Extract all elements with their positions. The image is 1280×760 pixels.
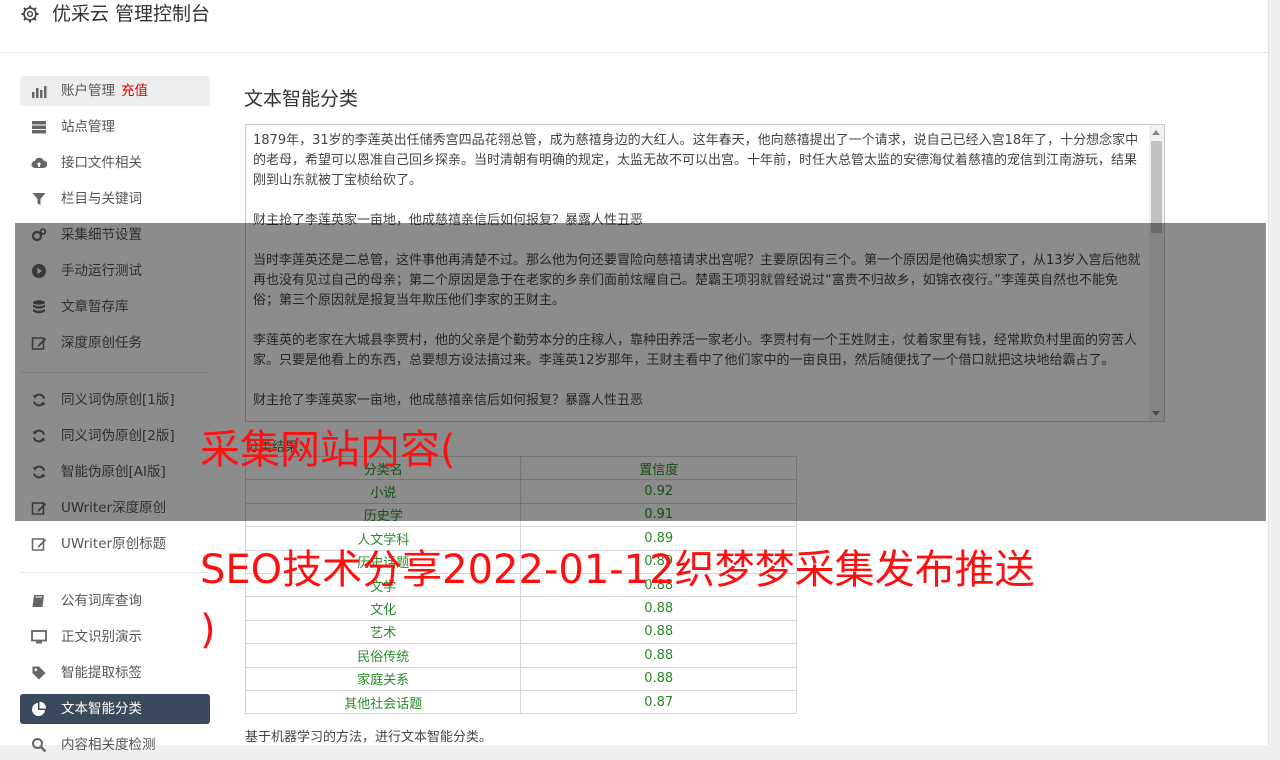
search-icon [32,738,47,753]
page-title: 文本智能分类 [244,88,359,110]
sidebar-item-label: 站点管理 [61,119,115,135]
sidebar-item-text-recognition[interactable]: 正文识别演示 [20,622,210,652]
confidence-cell: 0.87 [520,689,797,715]
sidebar-item-label: 正文识别演示 [61,629,142,645]
edit-icon [31,538,47,551]
category-cell: 民俗传统 [244,643,522,668]
cloud-upload-icon [31,157,47,168]
category-cell: 家庭关系 [244,666,522,691]
scroll-up-icon[interactable] [1152,130,1160,135]
overlay-headline-line: 采集网站内容( [200,427,456,473]
table-row: 文化 0.88 [244,596,797,621]
filter-icon [32,193,46,205]
footnote-text: 基于机器学习的方法，进行文本智能分类。 [245,730,493,745]
table-row: 其他社会话题 0.87 [244,689,797,715]
scrollbar-thumb[interactable] [1151,141,1162,233]
overlay-headline-line: ) [200,607,216,653]
sidebar-item-label: 内容相关度检测 [61,737,156,753]
sidebar-item-uwriter-title[interactable]: UWriter原创标题 [20,529,210,559]
bar-chart-icon [32,86,47,98]
confidence-cell: 0.88 [520,643,797,668]
sidebar-item-text-classification[interactable]: 文本智能分类 [20,694,210,724]
text-paragraph: 1879年，31岁的李莲英出任储秀宫四品花翎总管，成为慈禧身边的大红人。这年春天… [253,133,1139,188]
table-row: 艺术 0.88 [244,619,797,645]
category-cell: 文化 [244,596,522,621]
book-icon [32,595,44,607]
sidebar-item-interface-files[interactable]: 接口文件相关 [20,148,210,178]
confidence-cell: 0.88 [520,666,797,691]
sidebar-item-label: 公有词库查询 [61,593,142,609]
sidebar-item-label: 接口文件相关 [61,155,142,171]
sidebar-item-label: 账户管理 [61,83,115,99]
sidebar-item-smart-tags[interactable]: 智能提取标签 [20,658,210,688]
desktop-icon [31,630,47,644]
confidence-cell: 0.88 [520,596,797,621]
sidebar-item-label: 智能提取标签 [61,665,142,681]
sidebar-item-relevance-check[interactable]: 内容相关度检测 [20,730,210,760]
pie-chart-icon [32,701,47,716]
category-cell: 其他社会话题 [244,689,522,715]
recharge-link[interactable]: 充值 [121,83,148,99]
app-title: 优采云 管理控制台 [52,3,211,25]
sidebar-item-label: 文本智能分类 [61,701,142,717]
sidebar-item-public-thesaurus[interactable]: 公有词库查询 [20,586,210,616]
tag-icon [32,666,46,680]
category-cell: 艺术 [244,619,522,645]
sidebar-item-label: 栏目与关键词 [61,191,142,207]
table-row: 民俗传统 0.88 [244,643,797,668]
top-bar: 优采云 管理控制台 [0,0,1268,53]
confidence-cell: 0.88 [520,619,797,645]
sidebar-item-account[interactable]: 账户管理 充值 [20,76,210,106]
sidebar-item-columns-keywords[interactable]: 栏目与关键词 [20,184,210,214]
server-icon [32,121,46,134]
table-row: 家庭关系 0.88 [244,666,797,691]
gear-icon[interactable] [20,4,40,24]
sidebar-item-label: UWriter原创标题 [61,536,167,552]
sidebar-item-sites[interactable]: 站点管理 [20,112,210,142]
overlay-headline-line: SEO技术分享2022-01-12织梦梦采集发布推送 [200,547,1035,593]
sidebar-divider [20,572,210,573]
